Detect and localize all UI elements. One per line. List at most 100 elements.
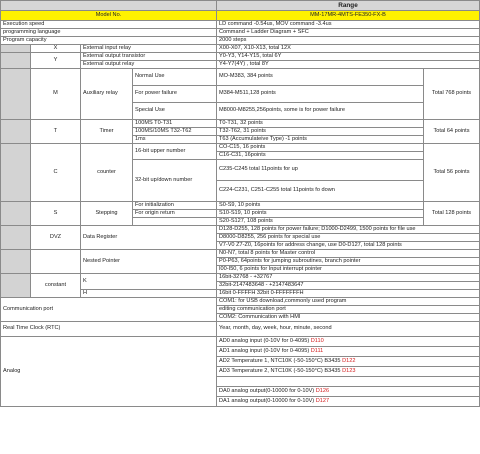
analog-item: AD3 Temperature 2, NTC10K (-50-150°C) B3…	[216, 365, 480, 377]
model-row: Model No. MM-17MR-4MTS-FE350-FX-B	[0, 10, 480, 21]
m-value-1: MO-M383, 384 points	[216, 67, 424, 86]
analog-item: DA0 analog output(0-10000 for 0-10V) D12…	[216, 385, 480, 397]
exec-speed-row: Execution speed LD command -0.54us, MOV …	[0, 20, 480, 29]
group-cell	[0, 51, 31, 69]
const-k: K	[80, 272, 217, 290]
const-k-value-2: 32bit-2147483648 - +2147483647	[216, 280, 480, 290]
const-h: H	[80, 288, 217, 298]
const-code: constant	[30, 272, 81, 298]
s-sub-1: For initialization	[132, 200, 217, 210]
exec-speed-label: Execution speed	[0, 20, 217, 29]
s-value-2: S10-S19, 10 points	[216, 208, 424, 218]
m-sub-3: Special Use	[132, 101, 217, 120]
group-cell	[0, 142, 31, 202]
model-value: MM-17MR-4MTS-FE350-FX-B	[216, 10, 480, 21]
y-row-1: Y External output transistor Y0-Y3, Y14-…	[0, 51, 480, 69]
comm-label: Communication port	[0, 296, 217, 322]
t-row-1: T Timer 100MS T0-T31 T0-T31, 32 points T…	[0, 118, 480, 144]
rtc-value: Year, month, day, week, hour, minute, se…	[216, 320, 480, 337]
analog-item: AD2 Temperature 1, NTC10K (-50-150°C) B3…	[216, 355, 480, 367]
const-h-value: 16bit 0-FFFFH 32bit 0-FFFFFFFH	[216, 288, 480, 298]
group-cell	[0, 200, 31, 226]
group-cell	[0, 118, 31, 144]
rtc-label: Real Time Clock (RTC)	[0, 320, 217, 337]
dvz-row-1: DVZ Data Register D128-D255, 128 points …	[0, 224, 480, 250]
np-value-1: N0-N7, total 8 points for Master control	[216, 248, 480, 258]
dvz-value-3: V7-V0 Z7-Z0, 16points for address change…	[216, 240, 480, 250]
s-total: Total 128 points	[423, 200, 480, 226]
c-code: C	[30, 142, 81, 202]
np-row-1: Nested Pointer N0-N7, total 8 points for…	[0, 248, 480, 274]
dvz-value-1: D128-D255, 128 points for power failure;…	[216, 224, 480, 234]
analog-item: AD1 analog input (0-10V for 0-4095) D111	[216, 345, 480, 357]
m-desc: Auxiliary relay	[80, 67, 133, 120]
group-cell	[0, 67, 31, 120]
comm-value-3: COM2: Communication with HMI	[216, 312, 480, 322]
t-total: Total 64 points	[423, 118, 480, 144]
y-desc-1: External output transistor	[80, 51, 217, 61]
const-row-1: constant K 16bit-32768 - +32767	[0, 272, 480, 298]
m-row-1: M Auxiliary relay Normal Use MO-M383, 38…	[0, 67, 480, 120]
analog-row-0: Analog AD0 analog input (0-10V for 0-409…	[0, 335, 480, 407]
s-row-1: S Stepping For initialization S0-S9, 10 …	[0, 200, 480, 226]
spec-table: Range Model No. MM-17MR-4MTS-FE350-FX-B …	[0, 0, 480, 407]
s-value-3: S20-S127, 108 points	[216, 216, 424, 226]
prog-cap-value: 2000 steps	[216, 35, 480, 45]
const-k-value-1: 16bit-32768 - +32767	[216, 272, 480, 282]
y-value-1: Y0-Y3, Y14-Y15, total 6Y	[216, 51, 480, 61]
exec-speed-value: LD command -0.54us, MOV command -3.4us	[216, 20, 480, 29]
analog-item	[216, 375, 480, 387]
t-code: T	[30, 118, 81, 144]
t-sub-1: 100MS T0-T31	[132, 118, 217, 128]
c-desc: counter	[80, 142, 133, 202]
y-code: Y	[30, 51, 81, 69]
dvz-code: DVZ	[30, 224, 81, 250]
prog-lang-value: Command + Ladder Diagram + SFC	[216, 27, 480, 37]
analog-label: Analog	[0, 335, 217, 407]
s-code: S	[30, 200, 81, 226]
t-value-1: T0-T31, 32 points	[216, 118, 424, 128]
comm-value-1: COM1: for USB download,commonly used pro…	[216, 296, 480, 306]
x-row: X External input relay X00-X07, X10-X13,…	[0, 43, 480, 53]
t-value-3: T63 (Accumulateive Type) -1 points	[216, 134, 424, 144]
prog-cap-row: Program capacity 2000 steps	[0, 35, 480, 45]
dvz-value-2: D8000-D8255, 256 points for special use	[216, 232, 480, 242]
m-value-2: M384-M511,128 points	[216, 84, 424, 103]
comm-value-2: editing communication port	[216, 304, 480, 314]
c-sub-2: 32-bit up/down number	[132, 158, 217, 202]
s-desc: Stepping	[80, 200, 133, 226]
t-value-2: T32-T62, 31 points	[216, 126, 424, 136]
c-value-1a: CO-C15, 16 points	[216, 142, 424, 152]
group-cell	[0, 272, 31, 298]
c-row-1: C counter 16-bit upper number CO-C15, 16…	[0, 142, 480, 202]
s-sub-2: For origin return	[132, 208, 217, 218]
y-value-2: Y4-Y7(4Y) , total 8Y	[216, 59, 480, 69]
m-sub-1: Normal Use	[132, 67, 217, 86]
np-desc: Nested Pointer	[80, 248, 217, 274]
analog-item: DA1 analog output(0-10000 for 0-10V) D12…	[216, 395, 480, 407]
group-cell	[0, 43, 31, 53]
c-sub-1: 16-bit upper number	[132, 142, 217, 160]
model-label: Model No.	[0, 10, 217, 21]
comm-row-1: Communication port COM1: for USB downloa…	[0, 296, 480, 322]
x-code: X	[30, 43, 81, 53]
prog-cap-label: Program capacity	[0, 35, 217, 45]
m-total: Total 768 points	[423, 67, 480, 120]
s-sub-3	[132, 216, 217, 226]
prog-lang-row: programming language Command + Ladder Di…	[0, 27, 480, 37]
t-sub-3: 1ms	[132, 134, 217, 144]
np-value-2: P0-P63, 64points for jumping subroutines…	[216, 256, 480, 266]
x-desc: External input relay	[80, 43, 217, 53]
x-value: X00-X07, X10-X13, total 12X	[216, 43, 480, 53]
m-code: M	[30, 67, 81, 120]
np-blank	[30, 248, 81, 274]
m-value-3: M8000-M8255,256points, some is for power…	[216, 101, 424, 120]
rtc-row: Real Time Clock (RTC) Year, month, day, …	[0, 320, 480, 337]
t-desc: Timer	[80, 118, 133, 144]
prog-lang-label: programming language	[0, 27, 217, 37]
s-value-1: S0-S9, 10 points	[216, 200, 424, 210]
c-value-1b: C16-C31, 16points	[216, 150, 424, 160]
header-blank	[0, 0, 217, 11]
analog-item: AD0 analog input (0-10V for 0-4095) D110	[216, 335, 480, 347]
group-cell	[0, 248, 31, 274]
